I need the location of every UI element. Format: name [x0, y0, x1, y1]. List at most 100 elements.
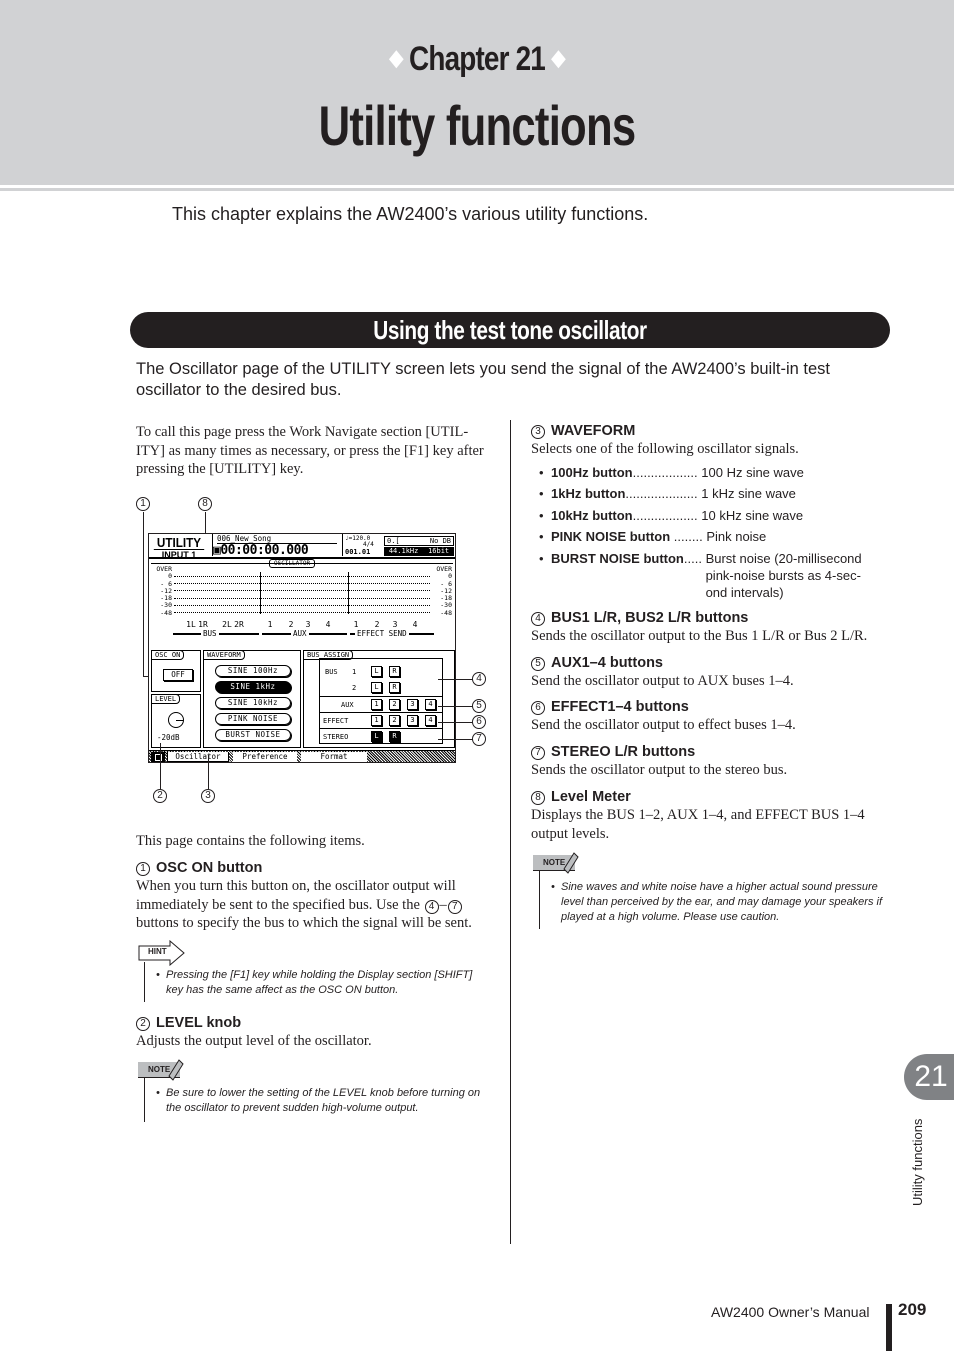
effect2-button[interactable]: 2 [389, 715, 400, 726]
meter-divider [348, 572, 349, 614]
aux1-button[interactable]: 1 [371, 699, 382, 710]
waveform-title: WAVEFORM [203, 650, 245, 660]
items-intro: This page contains the following items. [136, 833, 365, 849]
status-box: 0.[No DB [384, 536, 454, 546]
item-number: 1 [136, 862, 150, 876]
sine-10khz-button[interactable]: SINE 10kHz [215, 697, 291, 709]
hint-text: • Pressing the [F1] key while holding the… [156, 969, 473, 996]
burst-noise-button[interactable]: BURST NOISE [215, 729, 291, 741]
item-heading: 8 Level Meter [531, 788, 891, 806]
meter-group-bus: BUS [201, 629, 219, 638]
pencil-icon [563, 852, 579, 874]
chapter-header-rule [0, 188, 954, 191]
column-divider [510, 420, 511, 1244]
waveform-options: 100Hz button.................. 100 Hz si… [531, 464, 891, 601]
meter-channel-label: 4 [325, 620, 331, 629]
effect1-button[interactable]: 1 [371, 715, 382, 726]
item-body: Sends the oscillator output to the Bus 1… [531, 628, 868, 644]
stereo-l-button[interactable]: L [371, 731, 382, 742]
callout-7: 7 [472, 732, 486, 746]
stereo-label: STEREO [323, 733, 349, 741]
tab-oscillator[interactable]: Oscillator [167, 752, 229, 762]
item-bus-buttons: 4 BUS1 L/R, BUS2 L/R buttons Sends the os… [531, 609, 891, 646]
meter-gridline [174, 605, 430, 606]
callout-8: 8 [198, 497, 212, 511]
bus2-label: 2 [352, 684, 357, 692]
meter-gridline [174, 598, 430, 599]
note-text: • Be sure to lower the setting of the LEV… [156, 1087, 481, 1114]
tab-format[interactable]: Format [301, 752, 367, 762]
item-level-knob: 2 LEVEL knob Adjusts the output level of … [136, 1014, 491, 1051]
meter-group-effect-send: EFFECT SEND [355, 629, 409, 638]
leader-line [143, 512, 144, 677]
hint-box: HINT • Pressing the [F1] key while holdin… [138, 940, 498, 1002]
item-heading: 1 OSC ON button [136, 859, 491, 877]
note-box: NOTE • Be sure to lower the setting of th… [138, 1059, 498, 1122]
item-heading: 3 WAVEFORM [531, 422, 891, 440]
bus1-l-button[interactable]: L [371, 666, 382, 677]
chapter-label: ◆ Chapter 21 ◆ [86, 40, 868, 79]
item-body: Sends the oscillator output to the stere… [531, 762, 788, 778]
item-body: Adjusts the output level of the oscillat… [136, 1033, 372, 1049]
chapter-tab-label: Utility functions [910, 1118, 925, 1206]
item-number: 2 [136, 1017, 150, 1031]
meter-gridline [174, 583, 430, 584]
callout-2: 2 [153, 789, 167, 803]
chapter-intro: This chapter explains the AW2400’s vario… [172, 204, 649, 224]
lcd-screen: UTILITY INPUT 1 006_New_Song ▣00:00:00.0… [148, 533, 456, 763]
item-heading: 5 AUX1–4 buttons [531, 654, 891, 672]
meter-channel-label: 2 [288, 620, 294, 629]
note-rule [144, 1078, 145, 1122]
aux-label: AUX [341, 701, 354, 709]
bus1-r-button[interactable]: R [389, 666, 400, 677]
item-heading: 7 STEREO L/R buttons [531, 743, 891, 761]
page-number: 209 [898, 1300, 927, 1319]
aux3-button[interactable]: 3 [407, 699, 418, 710]
list-item: BURST NOISE button..... Burst noise (20-… [531, 550, 891, 601]
bar-beat: 001.01 [345, 548, 371, 556]
meter-channel-label: 2 [374, 620, 380, 629]
stereo-r-button[interactable]: R [389, 731, 400, 742]
tab-preference[interactable]: Preference [233, 752, 297, 762]
page-tabs: Oscillator Preference Format [149, 750, 455, 762]
footer-bar [886, 1304, 892, 1351]
page-icon [151, 752, 165, 762]
row-divider [319, 728, 443, 729]
header-separator [342, 534, 343, 556]
leader-line [438, 739, 473, 740]
item-body: When you turn this button on, the oscill… [136, 878, 472, 931]
osc-on-title: OSC ON [151, 650, 185, 660]
item-number: 5 [531, 657, 545, 671]
oscillator-screen-figure: 1 8 UTILITY INPUT 1 006_New_Song ▣00:00:… [136, 495, 486, 810]
bus2-l-button[interactable]: L [371, 682, 382, 693]
meter-group-aux: AUX [291, 629, 309, 638]
footer-manual-title: AW2400 Owner’s Manual [711, 1304, 870, 1320]
meter-divider [260, 572, 261, 614]
time-signature: 4/4 [363, 541, 374, 548]
osc-on-button[interactable]: OFF [163, 669, 193, 681]
hint-rule [144, 962, 145, 1002]
meter-channel-label: 2L [222, 620, 232, 629]
item-osc-on: 1 OSC ON button When you turn this button… [136, 859, 491, 933]
meter-channel-label: 1 [267, 620, 273, 629]
callout-4: 4 [472, 672, 486, 686]
aux4-button[interactable]: 4 [425, 699, 436, 710]
time-counter: ▣00:00:00.000 [213, 543, 309, 558]
bus2-r-button[interactable]: R [389, 682, 400, 693]
meter-scale-left: OVER 0 - 6 -12 -18 -30 -48 [156, 565, 172, 617]
sine-100hz-button[interactable]: SINE 100Hz [215, 665, 291, 677]
list-item: 1kHz button.................... 1 kHz si… [531, 485, 891, 502]
meter-channel-label: 1L [186, 620, 196, 629]
effect4-button[interactable]: 4 [425, 715, 436, 726]
level-title: LEVEL [151, 694, 181, 704]
aux2-button[interactable]: 2 [389, 699, 400, 710]
sine-1khz-button[interactable]: SINE 1kHz [215, 681, 291, 693]
meter-channel-label: 2R [234, 620, 244, 629]
level-knob[interactable] [168, 712, 184, 728]
chapter-title: Utility functions [318, 94, 637, 157]
pink-noise-button[interactable]: PINK NOISE [215, 713, 291, 725]
call-instructions: To call this page press the Work Navigat… [136, 424, 484, 477]
effect3-button[interactable]: 3 [407, 715, 418, 726]
item-level-meter: 8 Level Meter Displays the BUS 1–2, AUX 1… [531, 788, 891, 843]
meter-gridline [174, 612, 430, 613]
